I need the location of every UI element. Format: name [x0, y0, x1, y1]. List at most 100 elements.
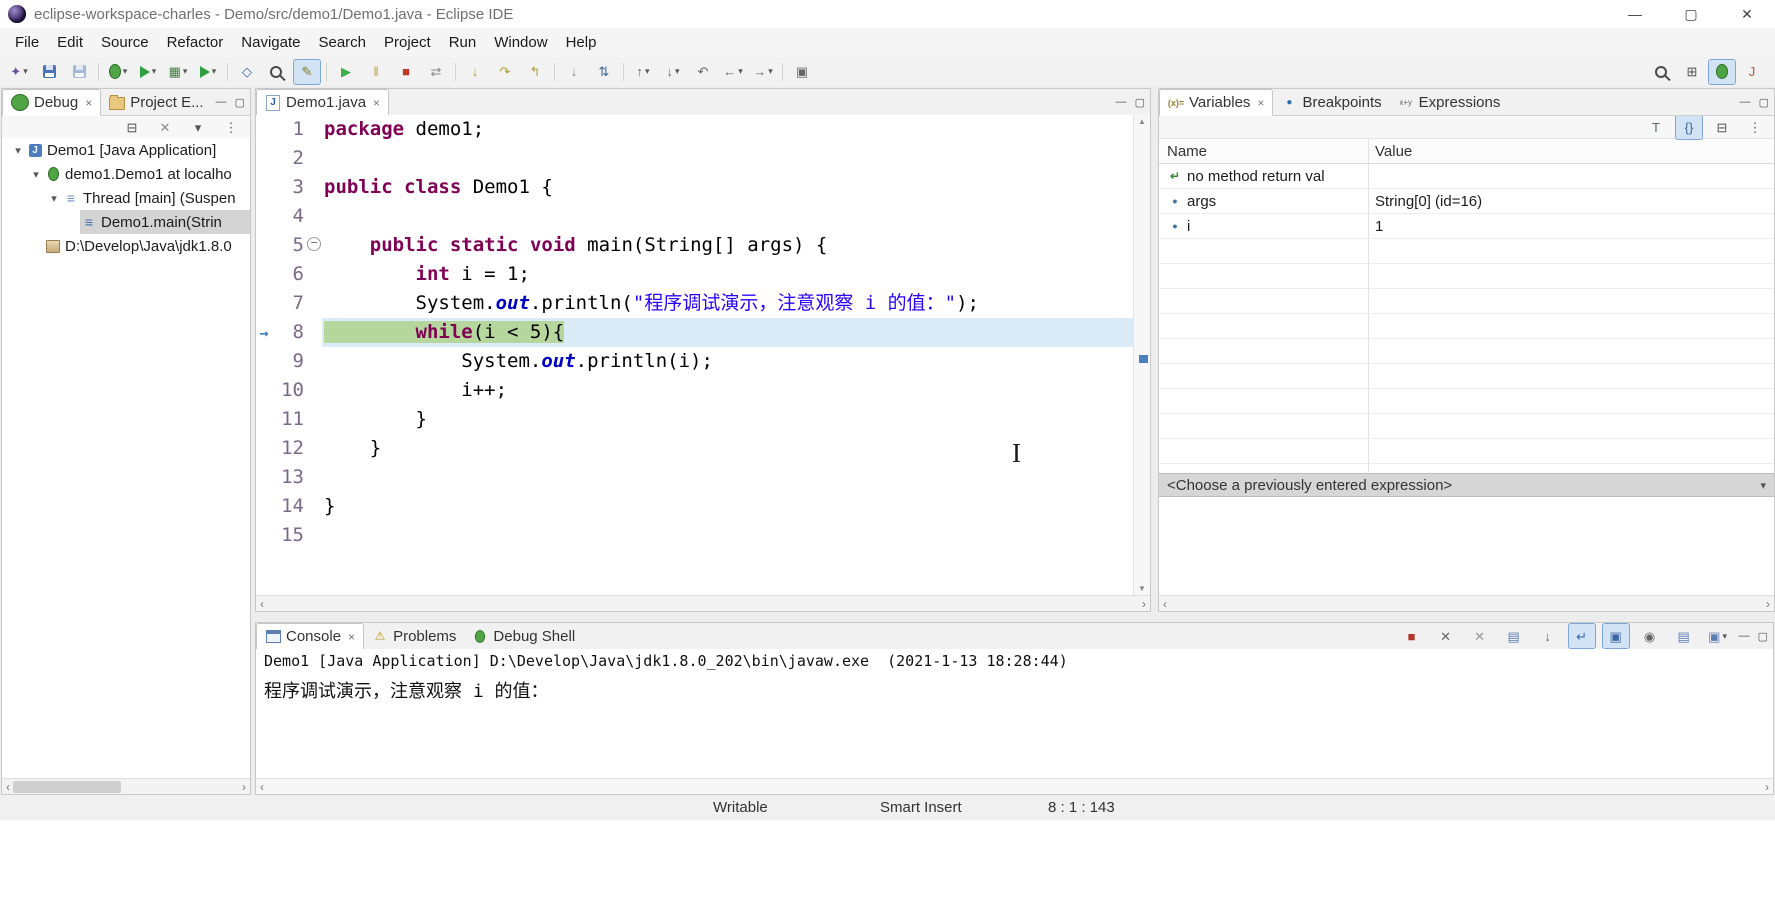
scrollbar-track[interactable] [267, 781, 1762, 793]
window-minimize-button[interactable]: — [1607, 0, 1663, 28]
code-line[interactable]: 9 System.out.println(i); [256, 347, 1134, 376]
annotation-ruler[interactable] [256, 463, 272, 492]
pin-editor-button[interactable]: ▣ [788, 59, 816, 85]
code-line[interactable]: 13 [256, 463, 1134, 492]
code-text[interactable]: int i = 1; [322, 260, 1134, 289]
code-text[interactable]: System.out.println("程序调试演示，注意观察 i 的值："); [322, 289, 1134, 318]
folding-ruler[interactable] [306, 376, 322, 405]
scroll-left-icon[interactable]: ‹ [6, 780, 10, 794]
disconnect-button[interactable]: ⇄ [422, 59, 450, 85]
console-hscrollbar[interactable]: ‹ › [256, 778, 1773, 794]
scroll-lock-button[interactable]: ↓ [1534, 623, 1562, 649]
folding-ruler[interactable] [306, 144, 322, 173]
menu-edit[interactable]: Edit [48, 28, 92, 57]
close-icon[interactable]: × [85, 96, 92, 110]
variables-hscrollbar[interactable]: ‹ › [1159, 595, 1774, 611]
folding-ruler[interactable] [306, 521, 322, 550]
annotation-ruler[interactable] [256, 260, 272, 289]
tab-debug[interactable]: Debug × [2, 89, 102, 116]
collapse-all-button[interactable]: ⊟ [118, 114, 146, 140]
filter-button[interactable]: ▾ [184, 114, 212, 140]
menu-refactor[interactable]: Refactor [158, 28, 233, 57]
step-over-button[interactable]: ↷ [491, 59, 519, 85]
code-line[interactable]: 5− public static void main(String[] args… [256, 231, 1134, 260]
folding-ruler[interactable] [306, 202, 322, 231]
minimize-view-icon[interactable]: — [1740, 96, 1751, 108]
dropdown-arrow-icon[interactable]: ▾ [675, 66, 680, 77]
expand-arrow-icon[interactable]: ▾ [10, 144, 26, 157]
code-line[interactable]: 4 [256, 202, 1134, 231]
annotation-ruler[interactable]: → [256, 318, 272, 347]
minimize-view-icon[interactable]: — [1739, 630, 1750, 642]
code-text[interactable]: while(i < 5){ [322, 318, 1134, 347]
annotation-ruler[interactable] [256, 289, 272, 318]
perspective-java-button[interactable]: J [1738, 59, 1766, 85]
view-menu-button[interactable]: ⋮ [1741, 114, 1769, 140]
code-editor[interactable]: 1 package demo1; 2 3 public class Demo1 {4 5−… [256, 115, 1134, 595]
annotation-ruler[interactable] [256, 405, 272, 434]
scroll-right-icon[interactable]: › [242, 780, 246, 794]
annotation-ruler[interactable] [256, 173, 272, 202]
maximize-view-icon[interactable]: ▢ [1135, 96, 1145, 109]
empty-grid-row[interactable] [1159, 339, 1774, 364]
open-console-button[interactable]: ▣ ▾ [1704, 623, 1732, 649]
folding-ruler[interactable] [306, 347, 322, 376]
menu-search[interactable]: Search [309, 28, 375, 57]
empty-grid-row[interactable] [1159, 439, 1774, 464]
forward-button[interactable]: → ▾ [749, 59, 777, 85]
tree-item[interactable]: ▾ Thread [main] (Suspen [2, 186, 250, 210]
scroll-right-icon[interactable]: › [1765, 780, 1769, 794]
code-text[interactable]: package demo1; [322, 115, 1134, 144]
tree-item[interactable]: D:\Develop\Java\jdk1.8.0 [2, 234, 250, 258]
step-return-button[interactable]: ↰ [521, 59, 549, 85]
folding-ruler[interactable] [306, 434, 322, 463]
folding-ruler[interactable] [306, 463, 322, 492]
code-line[interactable]: 6 int i = 1; [256, 260, 1134, 289]
console-output-area[interactable]: Demo1 [Java Application] D:\Develop\Java… [256, 649, 1773, 792]
remove-launch-button[interactable]: ✕ [1432, 623, 1460, 649]
code-line[interactable]: 7 System.out.println("程序调试演示，注意观察 i 的值："… [256, 289, 1134, 318]
debug-button[interactable]: ▾ [104, 59, 132, 85]
dropdown-arrow-icon[interactable]: ▾ [738, 66, 743, 77]
annotation-ruler[interactable] [256, 434, 272, 463]
minimize-view-icon[interactable]: — [216, 96, 227, 108]
mark-occurrences-button[interactable]: ✎ [293, 58, 321, 85]
scroll-left-icon[interactable]: ‹ [260, 780, 264, 794]
column-header-value[interactable]: Value [1369, 139, 1774, 163]
save-button[interactable] [35, 59, 63, 85]
terminate-button[interactable]: ■ [392, 59, 420, 85]
previous-annotation-button[interactable]: ↑ ▾ [629, 59, 657, 85]
folding-ruler[interactable] [306, 289, 322, 318]
code-text[interactable]: public class Demo1 { [322, 173, 1134, 202]
show-console-on-output-button[interactable]: ▣ [1601, 623, 1630, 649]
next-annotation-button[interactable]: ↓ ▾ [659, 59, 687, 85]
view-menu-button[interactable]: ⋮ [217, 114, 245, 140]
variable-row[interactable]: args String[0] (id=16) [1159, 189, 1774, 214]
debug-hscrollbar[interactable]: ‹ › [2, 778, 250, 794]
scrollbar-track[interactable] [267, 598, 1139, 610]
maximize-view-icon[interactable]: ▢ [1758, 630, 1768, 643]
window-maximize-button[interactable]: ▢ [1663, 0, 1719, 28]
annotation-ruler[interactable] [256, 376, 272, 405]
overview-ruler-annotation[interactable] [1139, 355, 1148, 363]
empty-grid-row[interactable] [1159, 264, 1774, 289]
scroll-down-icon[interactable]: ▼ [1134, 584, 1150, 593]
last-edit-location-button[interactable]: ↶ [689, 59, 717, 85]
menu-file[interactable]: File [6, 28, 48, 57]
tab-console[interactable]: Console × [256, 623, 365, 650]
code-line[interactable]: → 8 while(i < 5){ [256, 318, 1134, 347]
dropdown-arrow-icon[interactable]: ▾ [212, 66, 217, 77]
external-tools-button[interactable]: ▾ [194, 59, 222, 85]
scroll-left-icon[interactable]: ‹ [260, 597, 264, 611]
folding-ruler[interactable] [306, 492, 322, 521]
dropdown-arrow-icon[interactable]: ▾ [645, 66, 650, 77]
tab-debug-shell[interactable]: Debug Shell [464, 623, 583, 649]
dropdown-arrow-icon[interactable]: ▾ [1722, 631, 1727, 642]
scroll-right-icon[interactable]: › [1142, 597, 1146, 611]
scroll-left-icon[interactable]: ‹ [1163, 597, 1167, 611]
menu-source[interactable]: Source [92, 28, 158, 57]
code-line[interactable]: 12 } [256, 434, 1134, 463]
minimize-view-icon[interactable]: — [1116, 96, 1127, 108]
new-wizard-button[interactable]: ✦ ▾ [5, 59, 33, 85]
code-text[interactable]: } [322, 405, 1134, 434]
